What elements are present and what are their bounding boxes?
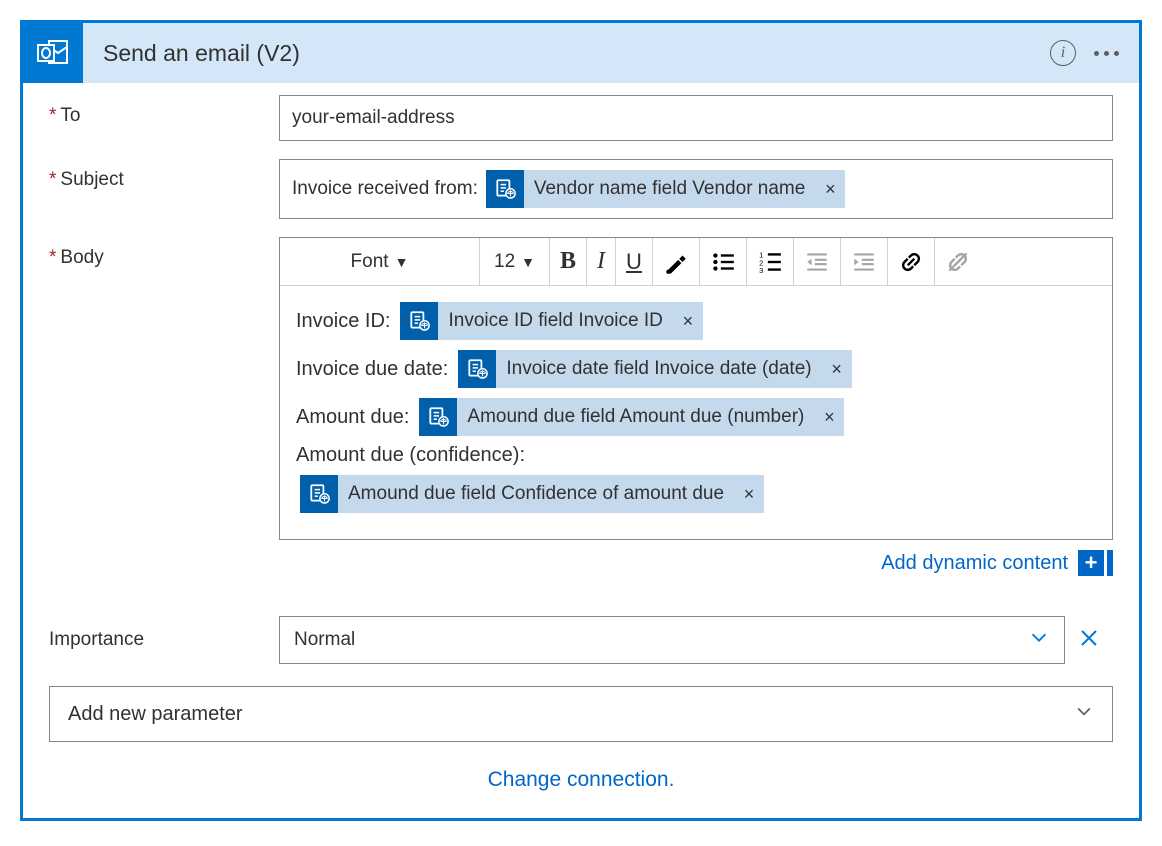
color-picker-button[interactable] <box>653 238 700 285</box>
to-row: To your-email-address <box>49 95 1113 141</box>
info-button[interactable]: i <box>1050 40 1076 66</box>
token-remove-button[interactable]: × <box>822 350 852 388</box>
token-remove-button[interactable]: × <box>814 398 844 436</box>
body-line: Amount due (confidence): <box>296 444 1096 467</box>
rte-toolbar: Font ▼ 12 ▼ B I U <box>280 238 1112 286</box>
add-dynamic-content-link[interactable]: Add dynamic content <box>881 552 1068 575</box>
form-icon <box>300 475 338 513</box>
body-editor: Font ▼ 12 ▼ B I U <box>279 237 1113 540</box>
card-title: Send an email (V2) <box>83 40 1050 67</box>
bold-button[interactable]: B <box>550 238 587 285</box>
importance-label: Importance <box>49 629 279 651</box>
to-label: To <box>49 95 279 127</box>
link-button[interactable] <box>888 238 935 285</box>
chevron-down-icon <box>1074 701 1094 727</box>
indent-button[interactable] <box>841 238 888 285</box>
body-row: Body Font ▼ 12 ▼ B I U <box>49 237 1113 598</box>
subject-input[interactable]: Invoice received from: Vendor name field… <box>279 159 1113 219</box>
subject-token[interactable]: Vendor name field Vendor name × <box>486 170 845 208</box>
form-icon <box>400 302 438 340</box>
body-line: Amound due field Confidence of amount du… <box>296 473 1096 515</box>
importance-row: Importance Normal <box>49 616 1113 664</box>
form-icon <box>458 350 496 388</box>
action-card: Send an email (V2) i To your-email-addre… <box>20 20 1142 821</box>
body-line: Invoice due date: Invoice date field Inv… <box>296 348 1096 390</box>
token-remove-button[interactable]: × <box>815 170 845 208</box>
token-remove-button[interactable]: × <box>734 475 764 513</box>
change-connection-link[interactable]: Change connection. <box>49 762 1113 814</box>
outdent-button[interactable] <box>794 238 841 285</box>
body-label: Body <box>49 237 279 269</box>
font-select[interactable]: Font ▼ <box>280 238 480 285</box>
body-token[interactable]: Amound due field Confidence of amount du… <box>300 475 764 513</box>
subject-label: Subject <box>49 159 279 191</box>
form-icon <box>419 398 457 436</box>
outlook-icon <box>23 23 83 83</box>
chevron-down-icon <box>1028 626 1050 654</box>
subject-row: Subject Invoice received from: Vendor na… <box>49 159 1113 219</box>
bullet-list-button[interactable] <box>700 238 747 285</box>
underline-button[interactable]: U <box>616 238 653 285</box>
add-parameter-select[interactable]: Add new parameter <box>49 686 1113 742</box>
font-size-select[interactable]: 12 ▼ <box>480 238 550 285</box>
body-token[interactable]: Amound due field Amount due (number) × <box>419 398 844 436</box>
panel-handle <box>1107 550 1113 576</box>
more-menu-button[interactable] <box>1094 51 1119 56</box>
card-header: Send an email (V2) i <box>23 23 1139 83</box>
unlink-button[interactable] <box>935 238 981 285</box>
subject-text: Invoice received from: <box>292 178 478 200</box>
remove-importance-button[interactable] <box>1065 626 1113 655</box>
caret-down-icon: ▼ <box>521 254 535 270</box>
to-input[interactable]: your-email-address <box>279 95 1113 141</box>
importance-select[interactable]: Normal <box>279 616 1065 664</box>
body-line: Invoice ID: Invoice ID field Invoice ID … <box>296 300 1096 342</box>
body-content[interactable]: Invoice ID: Invoice ID field Invoice ID … <box>280 286 1112 539</box>
svg-text:3: 3 <box>759 265 763 274</box>
body-token[interactable]: Invoice date field Invoice date (date) × <box>458 350 851 388</box>
caret-down-icon: ▼ <box>395 254 409 270</box>
number-list-button[interactable]: 123 <box>747 238 794 285</box>
token-remove-button[interactable]: × <box>673 302 703 340</box>
add-dynamic-content-button[interactable]: + <box>1078 550 1104 576</box>
form-icon <box>486 170 524 208</box>
italic-button[interactable]: I <box>587 238 616 285</box>
body-token[interactable]: Invoice ID field Invoice ID × <box>400 302 702 340</box>
body-line: Amount due: Amound due field Amount due … <box>296 396 1096 438</box>
